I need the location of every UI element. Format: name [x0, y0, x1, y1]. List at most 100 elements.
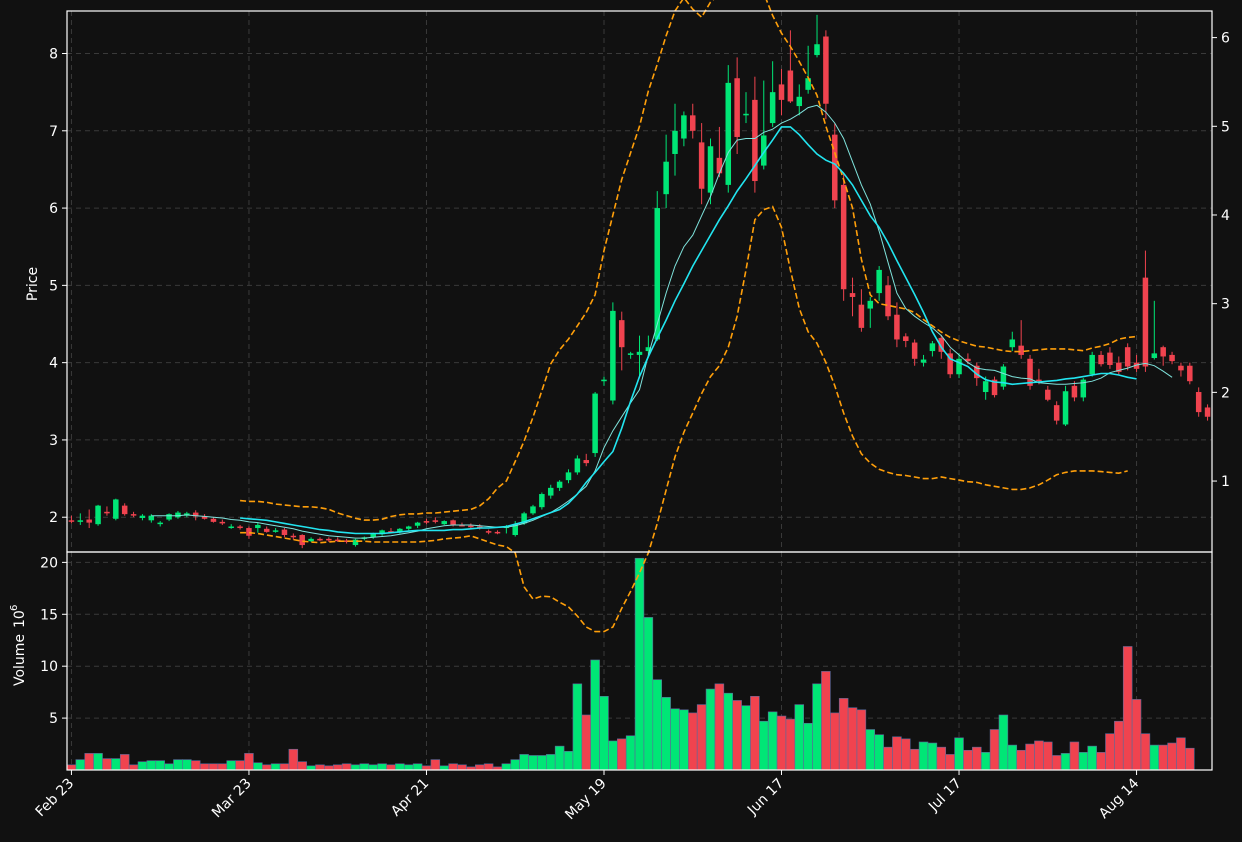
- candle-body: [255, 524, 261, 529]
- volume-bar: [563, 751, 574, 771]
- candle-body: [707, 146, 714, 193]
- candle-body: [583, 460, 589, 464]
- volume-bar: [625, 735, 636, 771]
- candle-body: [228, 526, 234, 528]
- volume-bar: [927, 742, 938, 771]
- volume-bar: [519, 754, 529, 771]
- volume-bar: [883, 746, 893, 771]
- volume-bar: [244, 753, 254, 771]
- candle-body: [654, 208, 661, 340]
- volume-bar: [608, 740, 618, 771]
- candle-body: [858, 304, 865, 328]
- volume-bar: [84, 753, 94, 771]
- volume-bar: [324, 765, 334, 771]
- volume-bar: [190, 760, 201, 771]
- candle-body: [157, 522, 163, 525]
- volume-bar: [448, 763, 458, 771]
- candle-body: [1036, 379, 1042, 382]
- volume-tick-label: 15: [40, 607, 58, 623]
- candle-body: [281, 529, 288, 535]
- candle-body: [814, 44, 820, 56]
- volume-exponent-power: 6: [9, 605, 20, 611]
- candle-body: [166, 514, 172, 520]
- price-tick-label: 6: [49, 201, 58, 217]
- candle-body: [317, 538, 323, 541]
- volume-bar: [803, 722, 813, 771]
- candle-body: [414, 522, 421, 526]
- candle-body: [1018, 345, 1024, 355]
- candle-body: [716, 157, 723, 174]
- volume-bar: [572, 683, 583, 771]
- candle-body: [743, 113, 749, 116]
- volume-bar: [1007, 744, 1018, 771]
- candle-body: [1178, 365, 1184, 371]
- candle-body: [867, 300, 874, 309]
- volume-bar: [945, 754, 955, 771]
- candle-body: [725, 82, 732, 185]
- volume-bar: [1069, 741, 1080, 771]
- volume-bar: [901, 738, 911, 771]
- volume-bar: [652, 679, 662, 771]
- volume-bar: [412, 763, 423, 771]
- volume-bar: [1185, 747, 1195, 771]
- volume-bar: [936, 746, 947, 771]
- candle-body: [610, 310, 616, 401]
- candle-body: [432, 520, 439, 522]
- price-axis-label: Price: [25, 267, 41, 301]
- volume-bar: [386, 764, 396, 771]
- volume-bar: [1122, 646, 1133, 771]
- candle-body: [86, 519, 92, 523]
- volume-bar: [980, 752, 991, 771]
- volume-bar: [270, 763, 281, 771]
- candle-body: [139, 515, 146, 518]
- candle-body: [326, 538, 332, 541]
- volume-bar: [581, 714, 591, 771]
- volume-bar: [847, 707, 858, 771]
- volume-bar: [226, 760, 236, 771]
- volume-bar: [102, 758, 112, 771]
- volume-bar: [989, 729, 1000, 771]
- candle-body: [574, 458, 581, 473]
- volume-tick-label: 5: [49, 711, 58, 727]
- volume-axis-label: Volume: [12, 634, 28, 686]
- candle-body: [308, 538, 314, 542]
- candle-body: [104, 511, 110, 514]
- candle-body: [219, 521, 226, 524]
- candle-body: [494, 531, 501, 534]
- volume-bar: [164, 763, 174, 771]
- candle-body: [530, 506, 536, 514]
- volume-bar: [918, 741, 929, 771]
- candle-body: [263, 528, 270, 532]
- candle-body: [982, 381, 989, 393]
- volume-bar: [288, 748, 299, 771]
- volume-bar: [1025, 743, 1035, 771]
- volume-bar: [1167, 742, 1177, 771]
- candle-body: [903, 336, 909, 342]
- right-tick-label: 3: [1221, 297, 1230, 313]
- volume-bar: [332, 764, 343, 771]
- volume-bar: [510, 759, 520, 771]
- volume-bar: [93, 753, 103, 771]
- volume-bar: [909, 748, 920, 771]
- volume-bar: [111, 758, 121, 771]
- volume-bar: [253, 762, 263, 771]
- volume-bar: [1016, 749, 1026, 771]
- candle-body: [796, 96, 803, 107]
- volume-bar: [474, 764, 485, 771]
- volume-bar: [261, 764, 272, 771]
- volume-bar: [1131, 699, 1142, 771]
- candle-body: [769, 92, 776, 124]
- candle-body: [1053, 405, 1060, 421]
- volume-bar: [395, 763, 405, 771]
- candle-body: [601, 379, 607, 382]
- price-tick-label: 5: [49, 278, 58, 294]
- volume-bar: [590, 659, 600, 771]
- volume-bar: [767, 711, 778, 771]
- volume-bar: [998, 714, 1009, 771]
- candle-body: [77, 520, 84, 522]
- candle-body: [121, 505, 128, 515]
- candle-body: [1142, 277, 1149, 367]
- volume-bar: [546, 754, 556, 771]
- volume-bar: [643, 617, 654, 771]
- candle-body: [210, 518, 217, 522]
